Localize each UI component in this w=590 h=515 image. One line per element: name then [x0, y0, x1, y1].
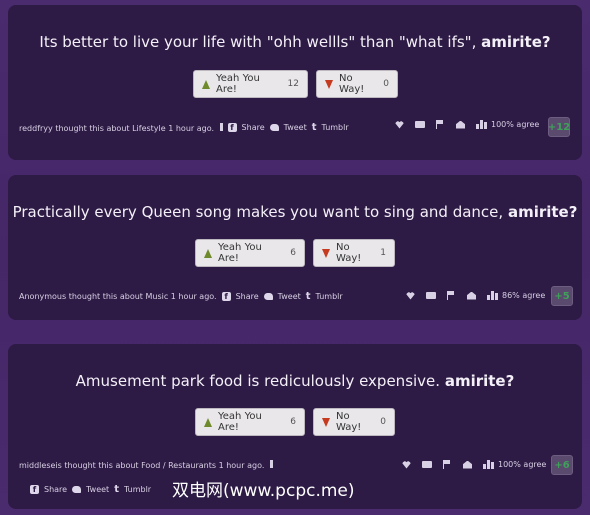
link-icon[interactable] [269, 460, 273, 468]
no-way-button[interactable]: No Way! 0 [316, 70, 398, 98]
post-meta-text: thought this about Lifestyle 1 hour ago. [55, 123, 214, 133]
no-count: 1 [380, 248, 386, 258]
score-badge: +12 [548, 117, 570, 137]
share-row: f Share Tweet t Tumblr [30, 484, 151, 495]
amirite-label: amirite? [444, 372, 515, 390]
tweet-link[interactable]: Tweet [278, 292, 301, 301]
no-count: 0 [380, 417, 386, 427]
share-link[interactable]: Share [44, 485, 67, 494]
agree-percent: 86% agree [502, 291, 546, 300]
no-label: No Way! [336, 411, 362, 433]
flag-icon[interactable] [447, 291, 456, 300]
post-meta-text: thought this about Music 1 hour ago. [68, 292, 217, 301]
no-count: 0 [383, 79, 389, 89]
no-way-button[interactable]: No Way! 0 [313, 408, 395, 436]
link-icon[interactable] [219, 122, 223, 131]
post-card: Practically every Queen song makes you w… [8, 175, 582, 320]
agree-percent: 100% agree [498, 460, 547, 469]
stats-bars-icon [483, 460, 494, 469]
tweet-link[interactable]: Tweet [86, 485, 109, 494]
question-text: Amusement park food is rediculously expe… [75, 372, 441, 390]
yeah-you-are-button[interactable]: Yeah You Are! 12 [193, 70, 308, 98]
post-actions: 86% agree [406, 291, 545, 300]
twitter-icon[interactable] [269, 124, 279, 131]
yes-label: Yeah You Are! [218, 242, 262, 264]
tumblr-link[interactable]: Tumblr [322, 123, 349, 132]
post-meta: reddfryy thought this about Lifestyle 1 … [19, 122, 349, 133]
post-question: Its better to live your life with "ohh w… [8, 33, 582, 51]
amirite-label: amirite? [507, 203, 578, 221]
author-link[interactable]: middleseis [19, 461, 62, 470]
yes-label: Yeah You Are! [216, 73, 260, 95]
facebook-icon[interactable]: f [30, 485, 39, 494]
home-icon[interactable] [467, 291, 476, 300]
stats-bars-icon [476, 120, 487, 129]
share-link[interactable]: Share [242, 123, 265, 132]
score-badge: +6 [551, 455, 573, 475]
home-icon[interactable] [463, 460, 472, 469]
question-text: Practically every Queen song makes you w… [12, 203, 504, 221]
author-link[interactable]: Anonymous [19, 292, 66, 301]
post-meta: middleseis thought this about Food / Res… [19, 460, 273, 470]
thumbs-up-icon [204, 248, 212, 258]
stats-bars-icon [487, 291, 498, 300]
yeah-you-are-button[interactable]: Yeah You Are! 6 [195, 239, 305, 267]
thumbs-up-icon [204, 417, 212, 427]
tumblr-link[interactable]: Tumblr [316, 292, 343, 301]
yes-count: 12 [287, 79, 299, 89]
comment-icon[interactable] [415, 121, 425, 128]
tumblr-icon[interactable]: t [312, 122, 317, 133]
facebook-icon[interactable]: f [221, 292, 231, 301]
site-watermark: 双电网(www.pcpc.me) [172, 481, 355, 501]
comment-icon[interactable] [422, 461, 432, 468]
post-actions: 100% agree [395, 120, 539, 129]
no-label: No Way! [339, 73, 365, 95]
no-way-button[interactable]: No Way! 1 [313, 239, 395, 267]
no-label: No Way! [336, 242, 362, 264]
thumbs-down-icon [322, 417, 330, 427]
post-question: Amusement park food is rediculously expe… [8, 372, 582, 390]
facebook-icon[interactable]: f [227, 123, 237, 132]
tumblr-link[interactable]: Tumblr [124, 485, 151, 494]
yes-label: Yeah You Are! [218, 411, 262, 433]
twitter-icon[interactable] [72, 486, 82, 493]
home-icon[interactable] [456, 120, 465, 129]
score-badge: +5 [551, 286, 573, 306]
post-actions: 100% agree [402, 460, 546, 469]
post-meta-text: thought this about Food / Restaurants 1 … [64, 461, 265, 470]
thumbs-down-icon [325, 79, 333, 89]
tweet-link[interactable]: Tweet [284, 123, 307, 132]
yes-count: 6 [290, 417, 296, 427]
author-link[interactable]: reddfryy [19, 124, 53, 133]
amirite-label: amirite? [481, 33, 551, 51]
post-card: Its better to live your life with "ohh w… [8, 5, 582, 160]
heart-icon[interactable] [402, 460, 411, 469]
tumblr-icon[interactable]: t [306, 291, 311, 302]
thumbs-up-icon [202, 79, 210, 89]
twitter-icon[interactable] [263, 293, 273, 300]
heart-icon[interactable] [395, 120, 404, 129]
post-question: Practically every Queen song makes you w… [8, 203, 582, 221]
heart-icon[interactable] [406, 291, 415, 300]
comment-icon[interactable] [426, 292, 436, 299]
tumblr-icon[interactable]: t [114, 484, 119, 495]
flag-icon[interactable] [436, 120, 445, 129]
flag-icon[interactable] [443, 460, 452, 469]
question-text: Its better to live your life with "ohh w… [39, 33, 477, 51]
yes-count: 6 [290, 248, 296, 258]
post-meta: Anonymous thought this about Music 1 hou… [19, 291, 343, 302]
agree-percent: 100% agree [491, 120, 540, 129]
yeah-you-are-button[interactable]: Yeah You Are! 6 [195, 408, 305, 436]
thumbs-down-icon [322, 248, 330, 258]
share-link[interactable]: Share [236, 292, 259, 301]
